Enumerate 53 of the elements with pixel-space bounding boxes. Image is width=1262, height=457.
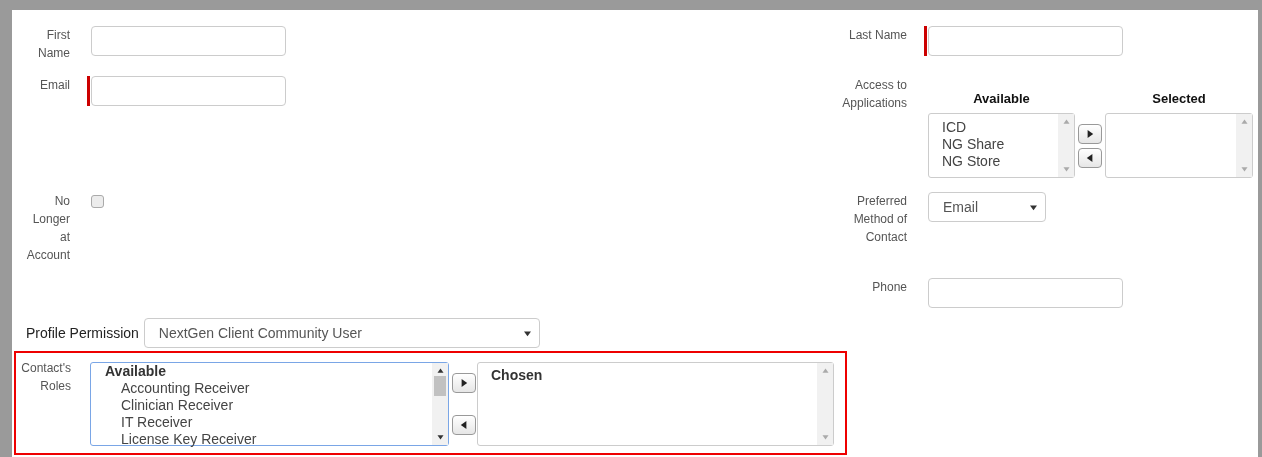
left-triangle-icon (460, 420, 468, 430)
text-field[interactable] (928, 278, 1123, 308)
chosen-list[interactable]: Chosen (477, 362, 834, 446)
checkbox[interactable] (91, 195, 104, 208)
field-label: Phone (872, 279, 907, 296)
text-field[interactable] (91, 76, 286, 106)
right-triangle-icon (460, 378, 468, 388)
column-heading: Available (972, 90, 1031, 106)
scroll-up-icon (1062, 119, 1070, 125)
scrollbar[interactable] (1236, 114, 1252, 177)
field-label: Email (40, 77, 70, 94)
scroll-down-icon (436, 434, 444, 440)
field-label: No Longer at Account (25, 193, 70, 264)
list-option[interactable]: IT Receiver (105, 414, 432, 431)
list-option[interactable]: NG Store (942, 153, 1058, 170)
list-option[interactable]: Accounting Receiver (105, 380, 432, 397)
left-triangle-icon (1086, 152, 1094, 163)
list-option[interactable]: NG Share (942, 136, 1058, 153)
scrollbar[interactable] (817, 363, 833, 445)
move-left-button[interactable] (1078, 147, 1102, 168)
field-label: Preferred Method of Contact (852, 193, 907, 246)
text-field[interactable] (91, 26, 286, 56)
list-option[interactable]: Clinician Receiver (105, 397, 432, 414)
field-label: Contact's Roles (20, 360, 71, 395)
scrollbar[interactable] (1058, 114, 1074, 177)
scroll-up-icon (1240, 119, 1248, 125)
field-label: First Name (37, 27, 70, 62)
scroll-up-icon (821, 368, 829, 374)
scrollbar[interactable] (432, 363, 448, 445)
scroll-down-icon (1062, 166, 1070, 172)
move-right-button[interactable] (452, 373, 476, 393)
field-label: Access to Applications (841, 77, 907, 112)
field-label: Profile Permission (26, 325, 139, 341)
available-list[interactable]: Available Accounting Receiver Clinician Receiver IT Receiver License Key Receiver (90, 362, 449, 446)
field-label: Last Name (848, 27, 907, 44)
group-heading: Chosen (491, 367, 544, 384)
group-heading: Available (105, 363, 167, 380)
available-list[interactable]: ICD NG Share NG Store (928, 113, 1075, 178)
list-option[interactable]: License Key Receiver (105, 431, 432, 448)
right-triangle-icon (1086, 128, 1094, 139)
move-right-button[interactable] (1078, 123, 1102, 144)
caret-down-icon (1030, 203, 1037, 211)
scroll-down-icon (821, 434, 829, 440)
text-field[interactable] (928, 26, 1123, 56)
select-field[interactable]: Email (928, 192, 1046, 222)
select-field[interactable]: NextGen Client Community User (143, 318, 540, 348)
list-option[interactable]: ICD (942, 119, 1058, 136)
move-left-button[interactable] (452, 415, 476, 435)
caret-down-icon (523, 329, 531, 337)
scroll-thumb[interactable] (434, 376, 446, 396)
scroll-down-icon (1240, 166, 1248, 172)
column-heading: Selected (1151, 90, 1207, 106)
scroll-up-icon (436, 368, 444, 374)
